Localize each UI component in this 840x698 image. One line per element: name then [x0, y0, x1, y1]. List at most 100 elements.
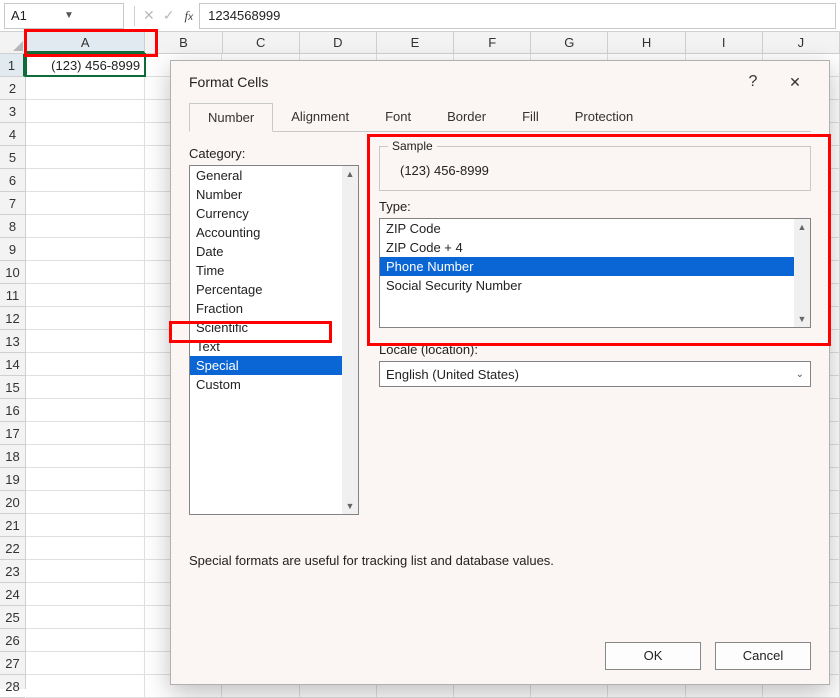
- column-header[interactable]: D: [300, 32, 377, 53]
- cell[interactable]: [26, 468, 145, 490]
- category-item[interactable]: Accounting: [190, 223, 358, 242]
- cell[interactable]: (123) 456-8999: [26, 54, 145, 76]
- chevron-down-icon[interactable]: ⌄: [796, 369, 804, 380]
- row-header[interactable]: 15: [0, 376, 25, 399]
- row-header[interactable]: 19: [0, 468, 25, 491]
- name-box[interactable]: A1 ▼: [4, 3, 124, 29]
- scroll-down-icon[interactable]: ▼: [794, 311, 810, 327]
- cell[interactable]: [26, 422, 145, 444]
- locale-dropdown[interactable]: English (United States) ⌄: [379, 361, 811, 387]
- checkmark-icon[interactable]: ✓: [159, 7, 179, 24]
- row-header[interactable]: 10: [0, 261, 25, 284]
- cell[interactable]: [26, 307, 145, 329]
- cell[interactable]: [26, 376, 145, 398]
- help-button[interactable]: ?: [733, 73, 773, 91]
- cell[interactable]: [26, 215, 145, 237]
- category-item[interactable]: Text: [190, 337, 358, 356]
- category-item[interactable]: Date: [190, 242, 358, 261]
- type-item[interactable]: Phone Number: [380, 257, 810, 276]
- row-header[interactable]: 27: [0, 652, 25, 675]
- tab-font[interactable]: Font: [367, 103, 429, 131]
- category-item[interactable]: Number: [190, 185, 358, 204]
- cell[interactable]: [26, 675, 145, 697]
- category-item[interactable]: General: [190, 166, 358, 185]
- tab-protection[interactable]: Protection: [557, 103, 652, 131]
- cell[interactable]: [26, 169, 145, 191]
- row-header[interactable]: 2: [0, 77, 25, 100]
- category-item[interactable]: Fraction: [190, 299, 358, 318]
- category-item[interactable]: Time: [190, 261, 358, 280]
- tab-alignment[interactable]: Alignment: [273, 103, 367, 131]
- cell[interactable]: [26, 583, 145, 605]
- category-item[interactable]: Scientific: [190, 318, 358, 337]
- cell[interactable]: [26, 77, 145, 99]
- cell[interactable]: [26, 606, 145, 628]
- row-header[interactable]: 1: [0, 54, 25, 77]
- cell[interactable]: [26, 238, 145, 260]
- tab-number[interactable]: Number: [189, 103, 273, 132]
- row-header[interactable]: 3: [0, 100, 25, 123]
- row-header[interactable]: 28: [0, 675, 25, 698]
- cell[interactable]: [26, 514, 145, 536]
- column-header[interactable]: I: [686, 32, 763, 53]
- row-header[interactable]: 7: [0, 192, 25, 215]
- scrollbar[interactable]: ▲ ▼: [342, 166, 358, 514]
- row-header[interactable]: 6: [0, 169, 25, 192]
- row-header[interactable]: 22: [0, 537, 25, 560]
- row-header[interactable]: 25: [0, 606, 25, 629]
- category-item[interactable]: Currency: [190, 204, 358, 223]
- column-header[interactable]: B: [145, 32, 222, 53]
- cell[interactable]: [26, 537, 145, 559]
- scroll-down-icon[interactable]: ▼: [342, 498, 358, 514]
- row-header[interactable]: 18: [0, 445, 25, 468]
- cell[interactable]: [26, 146, 145, 168]
- column-header[interactable]: C: [223, 32, 300, 53]
- cell[interactable]: [26, 491, 145, 513]
- cell[interactable]: [26, 123, 145, 145]
- cell[interactable]: [26, 629, 145, 651]
- type-listbox[interactable]: ZIP CodeZIP Code + 4Phone NumberSocial S…: [379, 218, 811, 328]
- row-header[interactable]: 26: [0, 629, 25, 652]
- row-header[interactable]: 13: [0, 330, 25, 353]
- select-all-corner[interactable]: [0, 32, 26, 54]
- cell[interactable]: [26, 284, 145, 306]
- category-item[interactable]: Percentage: [190, 280, 358, 299]
- cell[interactable]: [26, 560, 145, 582]
- type-item[interactable]: ZIP Code: [380, 219, 810, 238]
- scroll-up-icon[interactable]: ▲: [794, 219, 810, 235]
- scrollbar[interactable]: ▲ ▼: [794, 219, 810, 327]
- cell[interactable]: [26, 445, 145, 467]
- ok-button[interactable]: OK: [605, 642, 701, 670]
- row-header[interactable]: 17: [0, 422, 25, 445]
- cancel-icon[interactable]: ✕: [139, 7, 159, 24]
- row-header[interactable]: 4: [0, 123, 25, 146]
- cell[interactable]: [26, 100, 145, 122]
- column-header[interactable]: G: [531, 32, 608, 53]
- chevron-down-icon[interactable]: ▼: [64, 10, 117, 21]
- row-header[interactable]: 20: [0, 491, 25, 514]
- type-item[interactable]: Social Security Number: [380, 276, 810, 295]
- formula-input[interactable]: 1234568999: [199, 3, 836, 29]
- column-header[interactable]: F: [454, 32, 531, 53]
- row-header[interactable]: 14: [0, 353, 25, 376]
- category-item[interactable]: Custom: [190, 375, 358, 394]
- row-header[interactable]: 12: [0, 307, 25, 330]
- cell[interactable]: [26, 652, 145, 674]
- cell[interactable]: [26, 261, 145, 283]
- cell[interactable]: [26, 330, 145, 352]
- column-header[interactable]: J: [763, 32, 840, 53]
- row-header[interactable]: 8: [0, 215, 25, 238]
- cell[interactable]: [26, 353, 145, 375]
- category-listbox[interactable]: GeneralNumberCurrencyAccountingDateTimeP…: [189, 165, 359, 515]
- tab-border[interactable]: Border: [429, 103, 504, 131]
- column-header[interactable]: A: [26, 32, 145, 53]
- category-item[interactable]: Special: [190, 356, 358, 375]
- row-header[interactable]: 9: [0, 238, 25, 261]
- scroll-up-icon[interactable]: ▲: [342, 166, 358, 182]
- fx-icon[interactable]: fx: [178, 8, 199, 24]
- row-header[interactable]: 16: [0, 399, 25, 422]
- row-header[interactable]: 21: [0, 514, 25, 537]
- close-icon[interactable]: ✕: [773, 74, 817, 91]
- row-header[interactable]: 24: [0, 583, 25, 606]
- type-item[interactable]: ZIP Code + 4: [380, 238, 810, 257]
